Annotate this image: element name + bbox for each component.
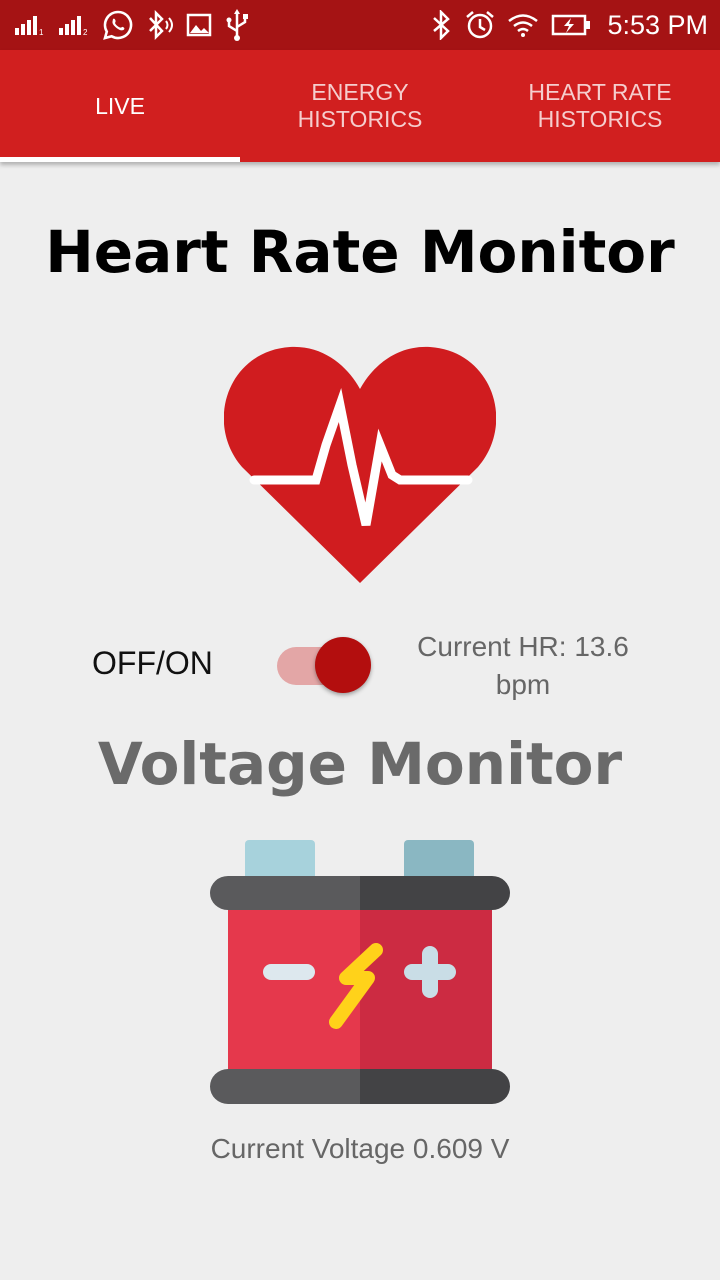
tab-live-label: LIVE <box>95 92 145 119</box>
tab-heart-rate-historics[interactable]: HEART RATE HISTORICS <box>480 50 720 162</box>
image-icon <box>186 13 212 37</box>
tab-energy-historics[interactable]: ENERGY HISTORICS <box>240 50 480 162</box>
current-hr-readout: Current HR: 13.6 bpm <box>417 631 629 700</box>
heart-pulse-icon <box>224 346 496 583</box>
wifi-icon <box>507 12 539 38</box>
whatsapp-icon <box>102 9 134 41</box>
bluetooth-icon <box>431 10 453 40</box>
hr-toggle-switch[interactable] <box>275 636 373 696</box>
car-battery-icon <box>210 840 510 1104</box>
current-voltage-readout: Current Voltage 0.609 V <box>210 1133 510 1164</box>
toggle-label: OFF/ON <box>92 645 213 681</box>
status-right-icons: 5:53 PM <box>431 8 708 42</box>
bluetooth-audio-icon <box>146 10 174 40</box>
heart-rate-title: Heart Rate Monitor <box>45 218 675 286</box>
battery-charging-icon <box>551 13 591 37</box>
svg-text:1: 1 <box>39 28 44 36</box>
tab-energy-historics-label: ENERGY HISTORICS <box>297 79 423 132</box>
tab-heart-rate-historics-label: HEART RATE HISTORICS <box>528 79 672 132</box>
signal-1-icon: 1 <box>14 14 46 36</box>
svg-text:2: 2 <box>83 28 88 36</box>
signal-2-icon: 2 <box>58 14 90 36</box>
tab-live[interactable]: LIVE <box>0 50 240 162</box>
switch-thumb <box>315 637 371 693</box>
status-time: 5:53 PM <box>607 9 708 40</box>
voltage-title: Voltage Monitor <box>97 730 623 798</box>
alarm-icon <box>465 10 495 40</box>
status-bar: 1 2 5:53 PM <box>0 0 720 50</box>
tab-bar: LIVE ENERGY HISTORICS HEART RATE HISTORI… <box>0 50 720 162</box>
usb-icon <box>224 9 250 41</box>
tab-selected-indicator <box>0 157 240 162</box>
status-left-icons: 1 2 <box>14 8 250 42</box>
